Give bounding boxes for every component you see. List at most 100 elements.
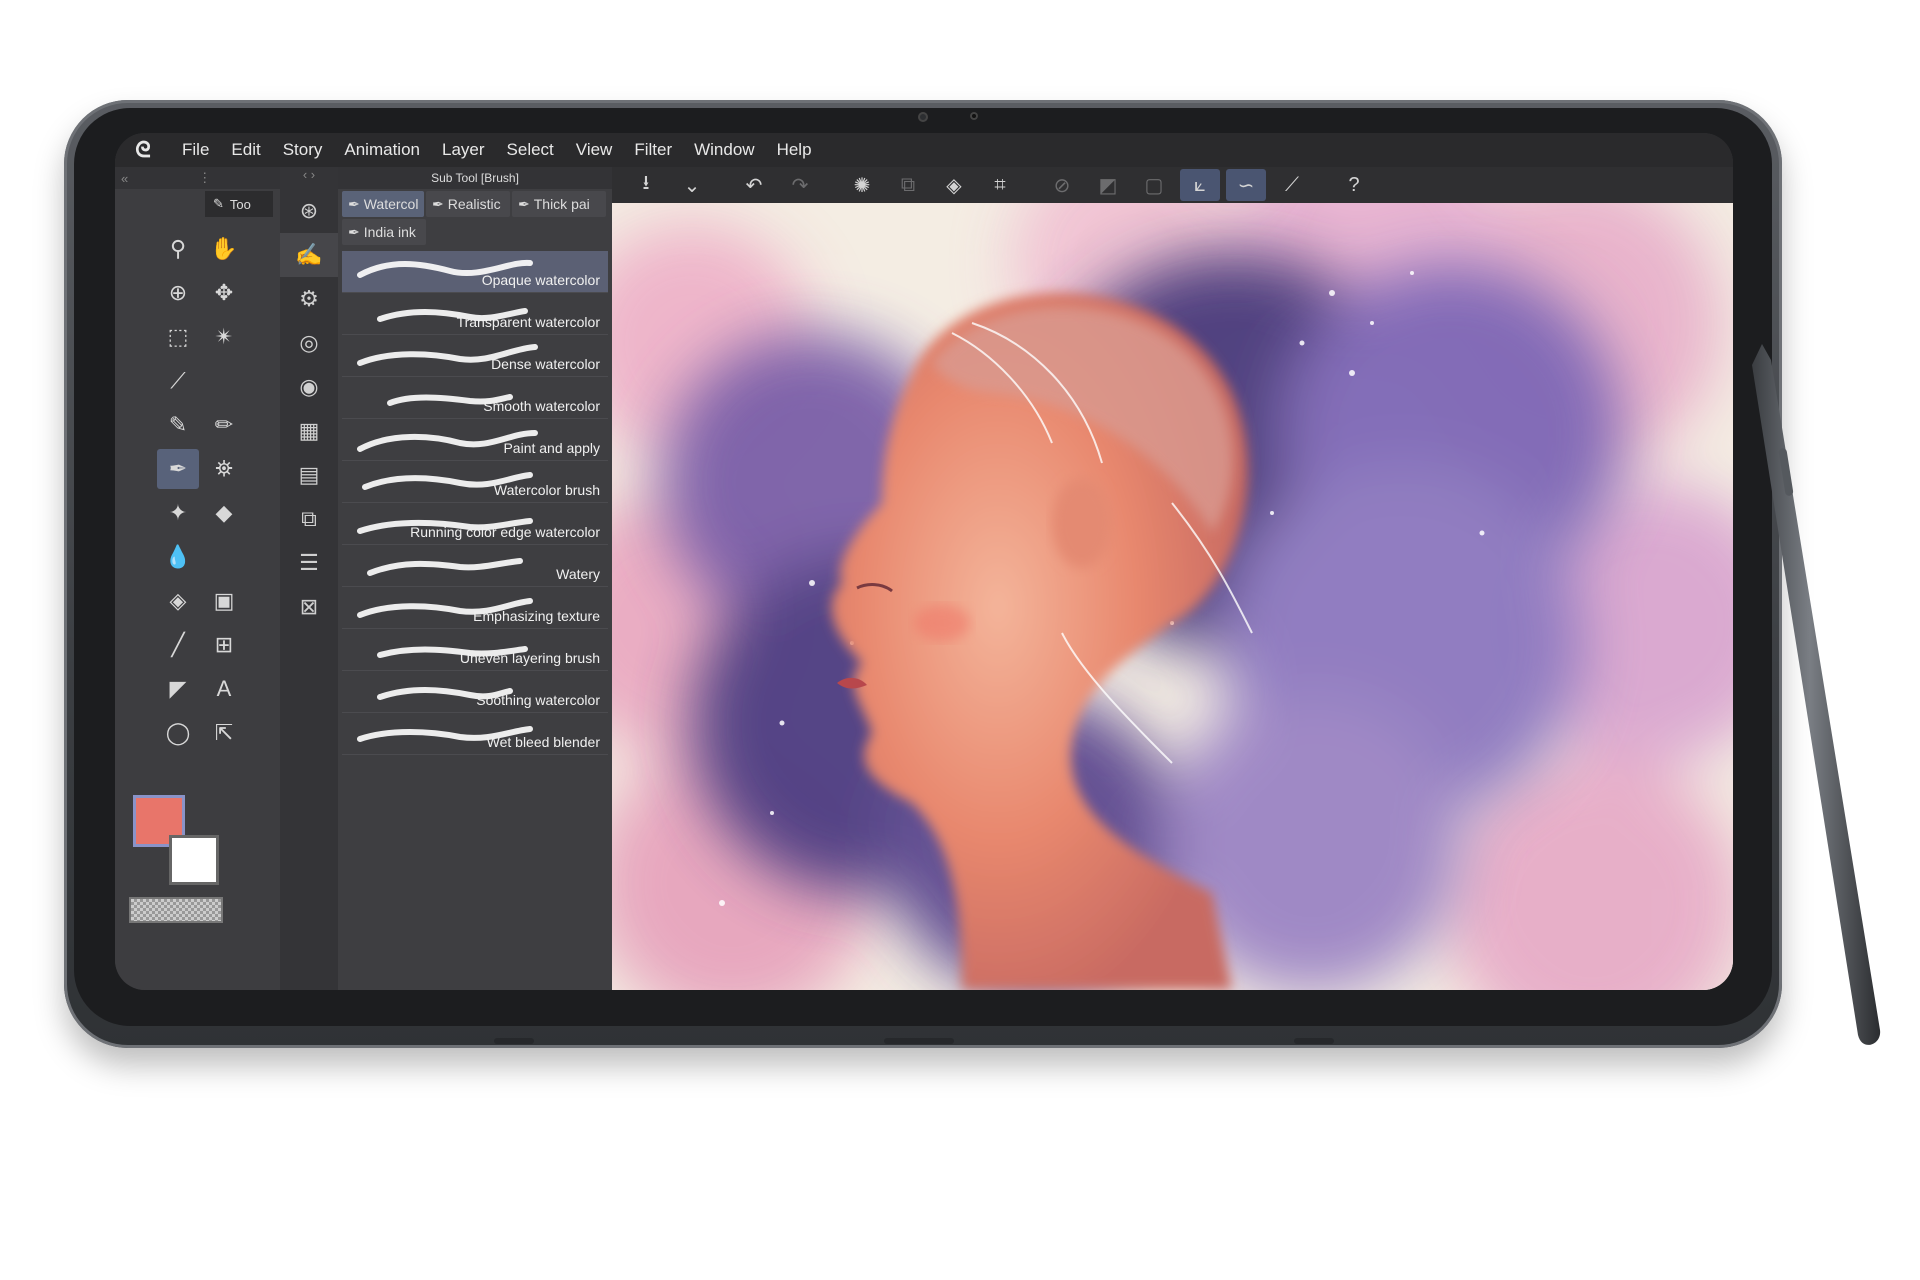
brush-item[interactable]: Smooth watercolor (342, 377, 608, 419)
operation-icon[interactable]: ⊕ (157, 273, 199, 313)
undo-icon[interactable]: ↶ (734, 169, 774, 201)
loading-icon[interactable]: ✺ (842, 169, 882, 201)
menu-bar: ᘓ File Edit Story Animation Layer Select… (115, 133, 1733, 167)
empty-slot (203, 361, 245, 401)
pen-pressure-icon[interactable]: ⟋ (1272, 169, 1312, 201)
close-panel-icon[interactable]: ⊠ (280, 585, 338, 629)
menu-animation[interactable]: Animation (333, 140, 431, 160)
selection-box-icon[interactable]: ▢ (1134, 169, 1174, 201)
brush-item[interactable]: Watery (342, 545, 608, 587)
sub-tool-title: Sub Tool [Brush] (338, 167, 612, 189)
blend-icon[interactable]: 💧 (157, 537, 199, 577)
brush-name: Uneven layering brush (459, 650, 600, 666)
panel-nav-icon[interactable]: ‹ › (280, 167, 338, 189)
brush-name: Soothing watercolor (476, 692, 600, 708)
fill-icon[interactable]: ◈ (934, 169, 974, 201)
zoom-icon[interactable]: ⚲ (157, 229, 199, 269)
eraser-icon[interactable]: ◆ (203, 493, 245, 533)
navigator-icon[interactable]: ⊛ (280, 189, 338, 233)
menu-select[interactable]: Select (496, 140, 565, 160)
brush-name: Transparent watercolor (456, 314, 600, 330)
menu-filter[interactable]: Filter (623, 140, 683, 160)
menu-view[interactable]: View (565, 140, 624, 160)
collapse-icon[interactable]: « (121, 171, 128, 186)
hand-icon[interactable]: ✋ (203, 229, 245, 269)
group-tab-watercolor[interactable]: ✒ Watercol (342, 191, 424, 217)
lasso-icon[interactable]: ◯ (157, 713, 199, 753)
magic-wand-icon[interactable]: ✴ (203, 317, 245, 357)
brush-item[interactable]: Wet bleed blender (342, 713, 608, 755)
sub-tool-icon-column: ‹ › ⊛ ✍ ⚙ ◎ ◉ ▦ ▤ ⧉ ☰ ⊠ (280, 167, 338, 990)
redo-icon[interactable]: ↷ (780, 169, 820, 201)
line-icon[interactable]: ╱ (157, 625, 199, 665)
command-bar: ⭳ ⌄ ↶ ↷ ✺ ⧉ ◈ ⌗ ⊘ ◩ ▢ ⟀ ∽ ⟋ ? (612, 167, 1733, 203)
app-logo-icon[interactable]: ᘓ (115, 133, 171, 167)
menu-window[interactable]: Window (683, 140, 765, 160)
group-tab-thick-paint[interactable]: ✒ Thick pai (512, 191, 606, 217)
transform-icon[interactable]: ⌗ (980, 169, 1020, 201)
brush-size-icon[interactable]: ◎ (280, 321, 338, 365)
pencil-tool-icon[interactable]: ✏ (203, 405, 245, 445)
tool-property-icon[interactable]: ⚙ (280, 277, 338, 321)
sub-tool-panel-icon[interactable]: ✍ (280, 233, 338, 277)
layers-icon[interactable]: ☰ (280, 541, 338, 585)
brush-name: Watery (556, 566, 600, 582)
menu-help[interactable]: Help (766, 140, 823, 160)
sensor (970, 112, 978, 120)
brush-item[interactable]: Running color edge watercolor (342, 503, 608, 545)
empty-slot (203, 537, 245, 577)
layer-property-icon[interactable]: ⧉ (280, 497, 338, 541)
brush-item[interactable]: Soothing watercolor (342, 671, 608, 713)
clear-selection-icon[interactable]: ⊘ (1042, 169, 1082, 201)
color-wheel-icon[interactable]: ◉ (280, 365, 338, 409)
brush-item[interactable]: Watercolor brush (342, 461, 608, 503)
tablet-button (1294, 1038, 1334, 1044)
drawing-canvas[interactable] (612, 203, 1733, 990)
airbrush-icon[interactable]: ⛯ (203, 449, 245, 489)
brush-name: Dense watercolor (491, 356, 600, 372)
pen-tool-icon[interactable]: ✎ (157, 405, 199, 445)
text-icon[interactable]: A (203, 669, 245, 709)
tool-tab[interactable]: ✎ Too (205, 191, 273, 217)
move-icon[interactable]: ✥ (203, 273, 245, 313)
brush-tool-icon[interactable]: ✒ (157, 449, 199, 489)
balloon-icon[interactable]: ◤ (157, 669, 199, 709)
object-select-icon[interactable]: ⇱ (203, 713, 245, 753)
menu-layer[interactable]: Layer (431, 140, 496, 160)
color-set-icon[interactable]: ▦ (280, 409, 338, 453)
brush-icon: ✒ (432, 195, 444, 212)
invert-selection-icon[interactable]: ◩ (1088, 169, 1128, 201)
gradient-icon[interactable]: ▣ (203, 581, 245, 621)
sub-color-swatch[interactable] (169, 835, 219, 885)
brush-item[interactable]: Uneven layering brush (342, 629, 608, 671)
brush-item[interactable]: Dense watercolor (342, 335, 608, 377)
chevron-down-icon[interactable]: ⌄ (672, 169, 712, 201)
stroke-correction-icon[interactable]: ⟀ (1180, 169, 1220, 201)
group-tab-india-ink[interactable]: ✒ India ink (342, 219, 426, 245)
selection-icon[interactable]: ⬚ (157, 317, 199, 357)
frame-icon[interactable]: ⊞ (203, 625, 245, 665)
brush-item[interactable]: Opaque watercolor (342, 251, 608, 293)
tablet-button (494, 1038, 534, 1044)
palette-header: « ⋮ (115, 167, 280, 189)
brush-item[interactable]: Transparent watercolor (342, 293, 608, 335)
group-tab-realistic[interactable]: ✒ Realistic (426, 191, 510, 217)
fill-tool-icon[interactable]: ◈ (157, 581, 199, 621)
smoothing-icon[interactable]: ∽ (1226, 169, 1266, 201)
menu-story[interactable]: Story (272, 140, 334, 160)
help-icon[interactable]: ? (1334, 169, 1374, 201)
brush-name: Watercolor brush (493, 482, 600, 498)
brush-item[interactable]: Paint and apply (342, 419, 608, 461)
grip-icon[interactable]: ⋮ (198, 170, 211, 186)
save-icon[interactable]: ⭳ (626, 169, 666, 201)
brush-name: Running color edge watercolor (410, 524, 600, 540)
material-icon[interactable]: ▤ (280, 453, 338, 497)
transparent-color-swatch[interactable] (129, 897, 223, 923)
copy-layer-icon[interactable]: ⧉ (888, 169, 928, 201)
decoration-icon[interactable]: ✦ (157, 493, 199, 533)
menu-edit[interactable]: Edit (220, 140, 271, 160)
brush-item[interactable]: Emphasizing texture (342, 587, 608, 629)
front-camera (918, 112, 928, 122)
menu-file[interactable]: File (171, 140, 220, 160)
eyedropper-icon[interactable]: ⟋ (157, 361, 199, 401)
